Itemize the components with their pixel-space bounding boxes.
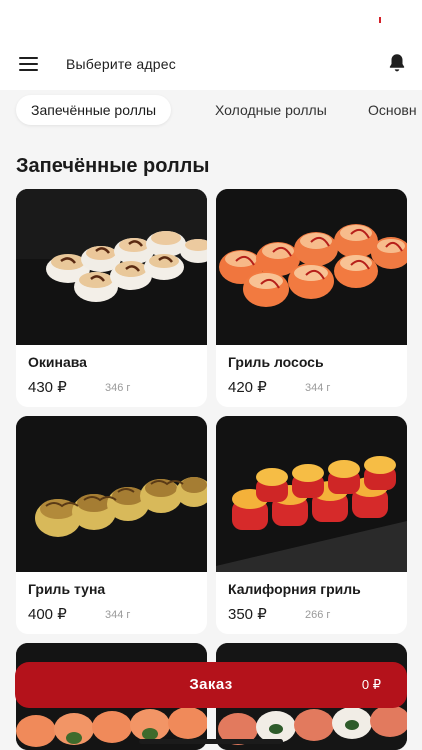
tab-cold-rolls[interactable]: Холодные роллы [215,95,327,125]
address-selector[interactable]: Выберите адрес [66,56,176,72]
menu-icon[interactable] [19,57,38,71]
tab-main[interactable]: Основн [368,95,417,125]
order-button-label: Заказ [189,676,233,693]
product-price: 350 ₽ [228,606,267,623]
product-card[interactable]: Окинава 430 ₽ 346 г [16,189,207,407]
product-photo [16,189,207,345]
product-price: 430 ₽ [28,379,67,396]
product-card[interactable]: Гриль лосось 420 ₽ 344 г [216,189,407,407]
product-photo [16,416,207,572]
product-name: Гриль туна [28,581,106,597]
top-bar: Выберите адрес [0,0,422,90]
product-weight: 266 г [305,609,331,621]
product-weight: 344 г [305,382,331,394]
order-total: 0 ₽ [361,677,381,692]
status-dot [379,17,381,23]
bell-icon[interactable] [386,52,408,74]
product-name: Окинава [28,354,87,370]
home-indicator [139,739,283,744]
section-title: Запечённые роллы [16,155,210,177]
product-name: Гриль лосось [228,354,324,370]
product-weight: 346 г [105,382,131,394]
category-tabs: Запечённые роллы Холодные роллы Основн [0,92,422,132]
product-price: 400 ₽ [28,606,67,623]
product-name: Калифорния гриль [228,581,361,597]
product-photo [216,416,407,572]
product-photo [216,189,407,345]
product-weight: 344 г [105,609,131,621]
order-button[interactable]: Заказ 0 ₽ [15,662,407,708]
product-card[interactable]: Калифорния гриль 350 ₽ 266 г [216,416,407,634]
tab-baked-rolls[interactable]: Запечённые роллы [16,95,172,125]
product-price: 420 ₽ [228,379,267,396]
product-card[interactable]: Гриль туна 400 ₽ 344 г [16,416,207,634]
